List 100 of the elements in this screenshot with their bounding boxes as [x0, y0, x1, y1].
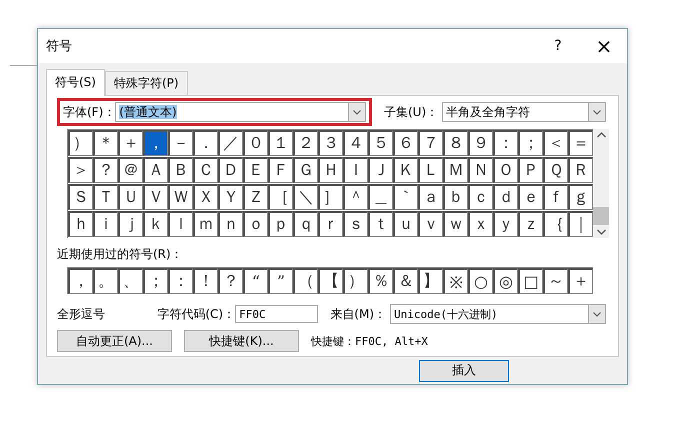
- symbol-cell[interactable]: Ｍ: [443, 157, 468, 183]
- symbol-cell[interactable]: Ｏ: [493, 157, 518, 183]
- dialog-button[interactable]: 快捷键(K)...: [184, 330, 299, 352]
- symbol-cell[interactable]: ４: [343, 130, 368, 156]
- symbol-cell[interactable]: ｖ: [418, 211, 443, 237]
- symbol-cell[interactable]: ？: [93, 157, 118, 183]
- symbol-cell[interactable]: Ｋ: [393, 157, 418, 183]
- recent-symbol-cell[interactable]: ％: [368, 268, 393, 294]
- symbol-cell[interactable]: ０: [243, 130, 268, 156]
- symbol-cell[interactable]: ｔ: [368, 211, 393, 237]
- recent-symbol-cell[interactable]: ？: [218, 268, 243, 294]
- symbol-cell[interactable]: ＞: [68, 157, 93, 183]
- symbol-cell[interactable]: ｍ: [193, 211, 218, 237]
- symbol-cell[interactable]: ；: [518, 130, 543, 156]
- close-button[interactable]: ×: [581, 31, 627, 61]
- symbol-cell[interactable]: Ｕ: [118, 184, 143, 210]
- symbol-cell[interactable]: Ｌ: [418, 157, 443, 183]
- symbol-cell[interactable]: ｋ: [143, 211, 168, 237]
- symbol-cell[interactable]: ＠: [118, 157, 143, 183]
- recent-symbol-cell[interactable]: ～: [543, 268, 568, 294]
- symbol-cell[interactable]: ｈ: [68, 211, 93, 237]
- symbol-cell[interactable]: ｐ: [268, 211, 293, 237]
- symbol-cell[interactable]: ／: [218, 130, 243, 156]
- recent-symbol-cell[interactable]: ！: [193, 268, 218, 294]
- symbol-cell[interactable]: ｃ: [468, 184, 493, 210]
- font-dropdown[interactable]: (普通文本): [115, 102, 366, 122]
- symbol-cell[interactable]: ２: [293, 130, 318, 156]
- symbol-cell[interactable]: ｛: [543, 211, 568, 237]
- symbol-cell[interactable]: ｄ: [493, 184, 518, 210]
- subset-dropdown[interactable]: 半角及全角字符: [442, 102, 606, 122]
- symbol-cell[interactable]: ＊: [93, 130, 118, 156]
- scroll-down-icon[interactable]: [596, 229, 606, 235]
- symbol-cell[interactable]: ＝: [568, 130, 593, 156]
- symbol-cell[interactable]: ，: [143, 130, 168, 156]
- symbol-cell[interactable]: Ｓ: [68, 184, 93, 210]
- symbol-cell[interactable]: Ｎ: [468, 157, 493, 183]
- symbol-cell[interactable]: ｊ: [118, 211, 143, 237]
- recent-symbol-cell[interactable]: ＋: [568, 268, 593, 294]
- symbol-cell[interactable]: ｉ: [93, 211, 118, 237]
- symbol-cell[interactable]: ７: [418, 130, 443, 156]
- symbol-cell[interactable]: ＾: [343, 184, 368, 210]
- recent-symbol-cell[interactable]: □: [518, 268, 543, 294]
- symbol-cell[interactable]: ｌ: [168, 211, 193, 237]
- recent-symbol-cell[interactable]: 。: [93, 268, 118, 294]
- symbol-cell[interactable]: Ｖ: [143, 184, 168, 210]
- dialog-button[interactable]: 自动更正(A)...: [57, 330, 172, 352]
- recent-symbol-cell[interactable]: ＆: [393, 268, 418, 294]
- symbol-cell[interactable]: Ｚ: [243, 184, 268, 210]
- recent-symbol-cell[interactable]: ：: [168, 268, 193, 294]
- symbol-cell[interactable]: Ｇ: [293, 157, 318, 183]
- recent-symbol-cell[interactable]: ”: [268, 268, 293, 294]
- recent-symbol-cell[interactable]: ※: [443, 268, 468, 294]
- symbol-cell[interactable]: Ｂ: [168, 157, 193, 183]
- symbol-cell[interactable]: ｙ: [493, 211, 518, 237]
- symbol-cell[interactable]: ８: [443, 130, 468, 156]
- symbol-cell[interactable]: Ｗ: [168, 184, 193, 210]
- recent-symbol-cell[interactable]: （: [293, 268, 318, 294]
- recent-symbol-cell[interactable]: ，: [68, 268, 93, 294]
- symbol-cell[interactable]: ６: [393, 130, 418, 156]
- symbol-cell[interactable]: ｆ: [543, 184, 568, 210]
- symbol-cell[interactable]: Ｅ: [243, 157, 268, 183]
- symbol-cell[interactable]: ］: [318, 184, 343, 210]
- symbol-cell[interactable]: ａ: [418, 184, 443, 210]
- symbol-cell[interactable]: ｕ: [393, 211, 418, 237]
- symbol-cell[interactable]: Ｈ: [318, 157, 343, 183]
- recent-symbol-cell[interactable]: 】: [418, 268, 443, 294]
- symbol-cell[interactable]: ｜: [568, 211, 593, 237]
- symbol-cell[interactable]: ｀: [393, 184, 418, 210]
- symbol-cell[interactable]: ５: [368, 130, 393, 156]
- symbol-cell[interactable]: ｚ: [518, 211, 543, 237]
- symbol-cell[interactable]: Ｘ: [193, 184, 218, 210]
- symbol-cell[interactable]: ＜: [543, 130, 568, 156]
- symbol-cell[interactable]: Ｊ: [368, 157, 393, 183]
- scrollbar[interactable]: [593, 129, 609, 238]
- symbol-cell[interactable]: ｑ: [293, 211, 318, 237]
- recent-symbol-cell[interactable]: ）: [343, 268, 368, 294]
- from-dropdown[interactable]: Unicode(十六进制): [390, 304, 606, 324]
- symbol-cell[interactable]: Ｒ: [568, 157, 593, 183]
- symbol-cell[interactable]: Ｃ: [193, 157, 218, 183]
- help-button[interactable]: ?: [535, 31, 581, 61]
- scroll-up-icon[interactable]: [596, 132, 606, 138]
- recent-symbol-cell[interactable]: ◎: [493, 268, 518, 294]
- symbol-cell[interactable]: ）: [68, 130, 93, 156]
- tab[interactable]: 特殊字符(P): [104, 71, 188, 95]
- symbol-cell[interactable]: ＋: [118, 130, 143, 156]
- symbol-cell[interactable]: ｇ: [568, 184, 593, 210]
- symbol-cell[interactable]: ＼: [293, 184, 318, 210]
- symbol-cell[interactable]: ３: [318, 130, 343, 156]
- symbol-cell[interactable]: ．: [193, 130, 218, 156]
- symbol-cell[interactable]: ：: [493, 130, 518, 156]
- symbol-cell[interactable]: Ｔ: [93, 184, 118, 210]
- symbol-cell[interactable]: －: [168, 130, 193, 156]
- character-code-field[interactable]: FF0C: [235, 305, 318, 323]
- recent-symbol-cell[interactable]: ；: [143, 268, 168, 294]
- symbol-cell[interactable]: ９: [468, 130, 493, 156]
- symbol-cell[interactable]: Ｑ: [543, 157, 568, 183]
- symbol-cell[interactable]: Ｐ: [518, 157, 543, 183]
- symbol-cell[interactable]: ｅ: [518, 184, 543, 210]
- recent-symbol-cell[interactable]: 、: [118, 268, 143, 294]
- symbol-cell[interactable]: ［: [268, 184, 293, 210]
